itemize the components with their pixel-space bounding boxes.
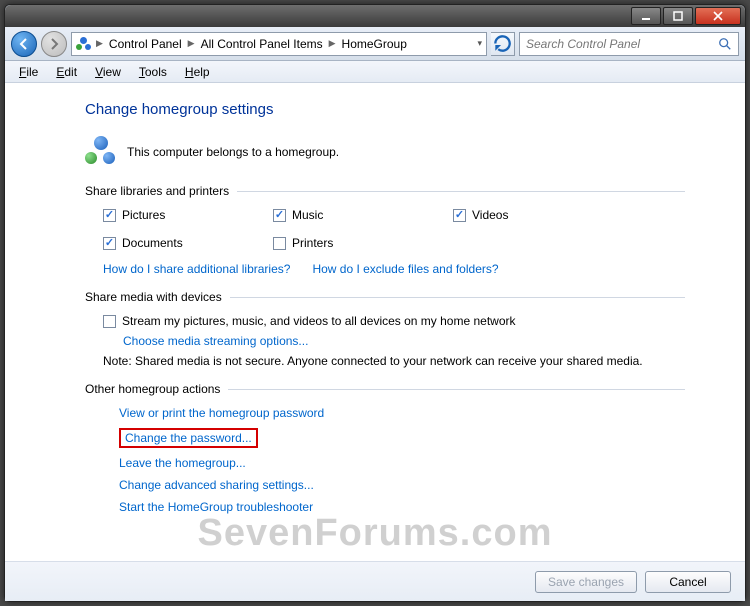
footer-bar: Save changes Cancel — [5, 561, 745, 601]
section-other-actions: Other homegroup actions — [85, 382, 685, 396]
link-leave-homegroup[interactable]: Leave the homegroup... — [119, 456, 685, 470]
checkbox-documents[interactable]: Documents — [103, 236, 273, 250]
menu-help[interactable]: Help — [177, 63, 218, 81]
window-frame: ▶ Control Panel ▶ All Control Panel Item… — [4, 4, 746, 602]
checkbox-music[interactable]: Music — [273, 208, 453, 222]
link-exclude-files[interactable]: How do I exclude files and folders? — [312, 262, 498, 276]
breadcrumb-seg-2[interactable]: All Control Panel Items — [197, 37, 327, 51]
media-note: Note: Shared media is not secure. Anyone… — [103, 354, 685, 368]
belongs-text: This computer belongs to a homegroup. — [127, 145, 339, 159]
titlebar — [5, 5, 745, 27]
search-icon — [718, 37, 732, 51]
address-dropdown-icon[interactable]: ▾ — [477, 38, 482, 49]
maximize-button[interactable] — [663, 7, 693, 25]
page-title: Change homegroup settings — [85, 101, 685, 118]
search-input[interactable]: Search Control Panel — [519, 32, 739, 56]
menu-view[interactable]: View — [87, 63, 129, 81]
close-button[interactable] — [695, 7, 741, 25]
menu-tools[interactable]: Tools — [131, 63, 175, 81]
refresh-button[interactable] — [491, 32, 515, 56]
chevron-right-icon: ▶ — [188, 38, 195, 49]
section-share-libraries: Share libraries and printers — [85, 184, 685, 198]
section-share-media: Share media with devices — [85, 290, 685, 304]
forward-button[interactable] — [41, 31, 67, 57]
link-view-password[interactable]: View or print the homegroup password — [119, 406, 685, 420]
checkbox-printers[interactable]: Printers — [273, 236, 453, 250]
checkbox-videos[interactable]: Videos — [453, 208, 623, 222]
content-area: Change homegroup settings This computer … — [5, 83, 745, 601]
search-placeholder: Search Control Panel — [526, 37, 640, 51]
belongs-row: This computer belongs to a homegroup. — [85, 136, 685, 168]
nav-toolbar: ▶ Control Panel ▶ All Control Panel Item… — [5, 27, 745, 61]
menu-file[interactable]: File — [11, 63, 46, 81]
minimize-button[interactable] — [631, 7, 661, 25]
link-troubleshooter[interactable]: Start the HomeGroup troubleshooter — [119, 500, 685, 514]
checkbox-stream-media[interactable]: Stream my pictures, music, and videos to… — [103, 314, 685, 328]
chevron-right-icon: ▶ — [329, 38, 336, 49]
homegroup-icon — [76, 36, 92, 52]
menu-bar: File Edit View Tools Help — [5, 61, 745, 83]
link-change-password[interactable]: Change the password... — [119, 428, 258, 448]
back-button[interactable] — [11, 31, 37, 57]
link-advanced-sharing[interactable]: Change advanced sharing settings... — [119, 478, 685, 492]
watermark: SevenForums.com — [5, 512, 745, 555]
address-bar[interactable]: ▶ Control Panel ▶ All Control Panel Item… — [71, 32, 487, 56]
section-share-label: Share libraries and printers — [85, 184, 229, 198]
checkbox-pictures[interactable]: Pictures — [103, 208, 273, 222]
breadcrumb-seg-3[interactable]: HomeGroup — [338, 37, 411, 51]
chevron-right-icon: ▶ — [96, 38, 103, 49]
cancel-button[interactable]: Cancel — [645, 571, 731, 593]
menu-edit[interactable]: Edit — [48, 63, 85, 81]
section-media-label: Share media with devices — [85, 290, 222, 304]
breadcrumb-seg-1[interactable]: Control Panel — [105, 37, 186, 51]
homegroup-icon — [85, 136, 117, 168]
section-actions-label: Other homegroup actions — [85, 382, 220, 396]
link-share-additional-libraries[interactable]: How do I share additional libraries? — [103, 262, 290, 276]
link-streaming-options[interactable]: Choose media streaming options... — [123, 334, 308, 348]
save-button: Save changes — [535, 571, 637, 593]
